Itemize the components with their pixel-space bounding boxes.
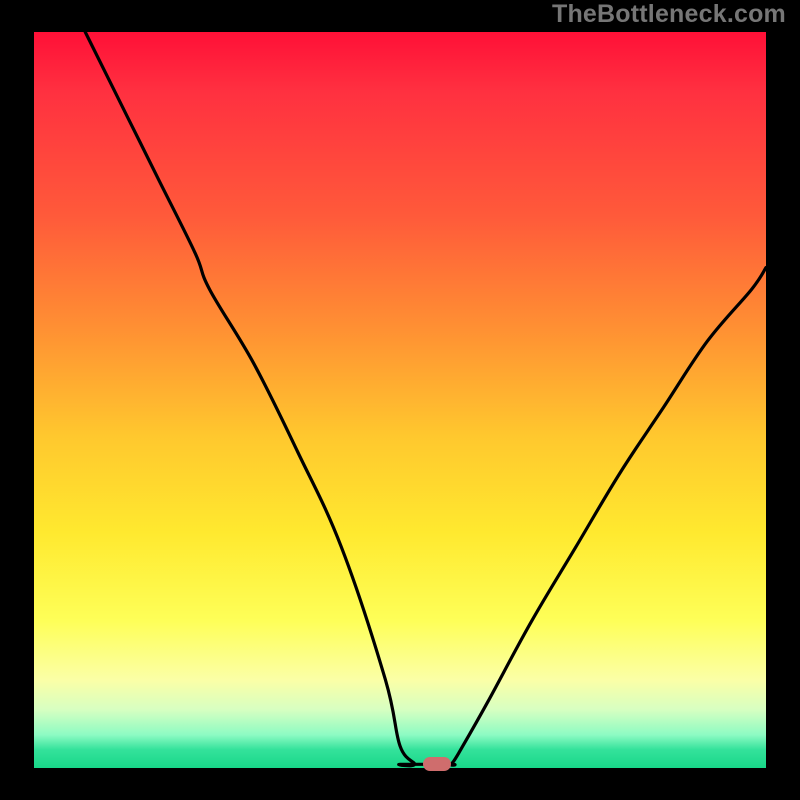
watermark-text: TheBottleneck.com [552, 0, 786, 29]
minimum-marker [423, 757, 451, 771]
plot-area [34, 32, 766, 768]
chart-frame: TheBottleneck.com [0, 0, 800, 800]
curve-path [85, 32, 766, 766]
bottleneck-curve [34, 32, 766, 768]
